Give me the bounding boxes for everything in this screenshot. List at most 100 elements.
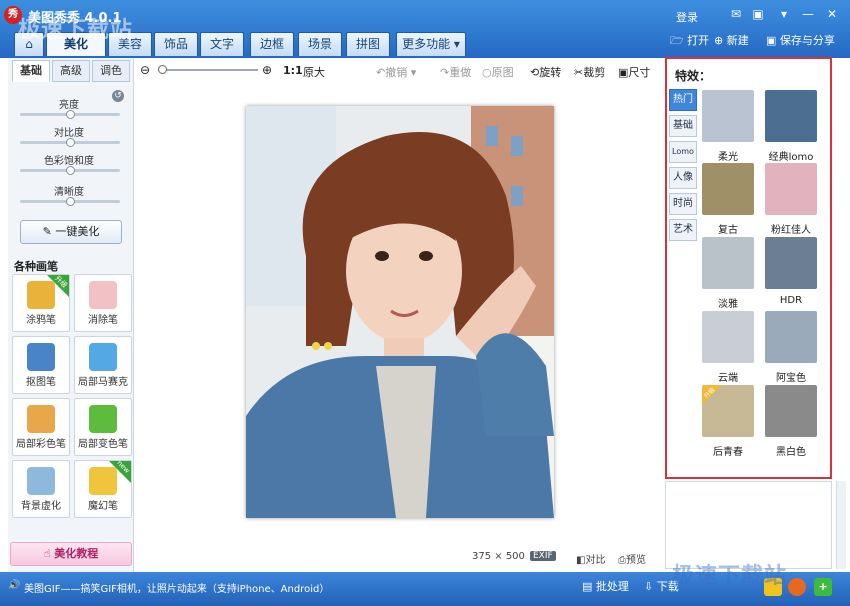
message-icon[interactable]: ✉ xyxy=(728,7,744,21)
open-button[interactable]: 🗁 打开 xyxy=(670,33,709,49)
title-bar: 秀 美图秀秀 4.0.1 登录 ✉ ▣ ▾ — ✕ ⌂ 美化 美容 饰品 文字 … xyxy=(0,0,850,58)
brush-eraser[interactable]: 消除笔 xyxy=(74,274,132,332)
resize-icon: ▣ xyxy=(618,66,629,79)
effect-thumb-abao[interactable] xyxy=(765,311,817,363)
tab-frame[interactable]: 边框 xyxy=(250,32,294,56)
menu-icon[interactable]: ▾ xyxy=(776,7,792,21)
tab-scene[interactable]: 场景 xyxy=(298,32,342,56)
magic-icon: ✎ xyxy=(42,225,56,238)
close-button[interactable]: ✕ xyxy=(824,7,840,21)
slider-knob[interactable] xyxy=(66,197,75,206)
effect-thumb-hdr[interactable] xyxy=(765,237,817,289)
login-link[interactable]: 登录 xyxy=(676,9,698,25)
slider-knob[interactable] xyxy=(66,166,75,175)
left-panel: 基础 高级 调色 ↺ 亮度 对比度 色彩饱和度 清晰度 ✎ 一键美化 各种画笔 … xyxy=(8,58,134,572)
effect-label: 淡雅 xyxy=(718,299,738,310)
watermark-top: 极速下载站 xyxy=(18,18,134,43)
slider-label-contrast: 对比度 xyxy=(54,128,84,139)
effect-label: 柔光 xyxy=(718,152,738,163)
slider-label-sharpness: 清晰度 xyxy=(54,187,84,198)
effect-label: 粉红佳人 xyxy=(771,225,811,236)
ratio-label[interactable]: 1:1 xyxy=(283,64,303,77)
pen-icon xyxy=(27,343,55,371)
tab-accessories[interactable]: 饰品 xyxy=(154,32,198,56)
subtab-basic[interactable]: 基础 xyxy=(12,60,50,82)
settings-icon[interactable]: ▣ xyxy=(750,7,766,21)
tab-text[interactable]: 文字 xyxy=(200,32,244,56)
brushes-heading: 各种画笔 xyxy=(14,260,58,273)
weibo-icon[interactable] xyxy=(788,578,806,596)
minimize-button[interactable]: — xyxy=(800,7,816,21)
exif-button[interactable]: EXIF xyxy=(530,551,556,561)
watermark-bottom: 极速下载站 xyxy=(672,564,788,589)
image-dimensions: 375 × 500 xyxy=(472,551,525,562)
effect-thumb-bw[interactable] xyxy=(765,385,817,437)
effects-scrollbar[interactable] xyxy=(836,481,846,569)
resize-button[interactable]: ▣尺寸 xyxy=(618,64,650,80)
slider-saturation[interactable] xyxy=(20,166,120,175)
redo-icon: ↷ xyxy=(440,66,450,79)
undo-icon: ↶ xyxy=(376,66,386,79)
zoom-knob[interactable] xyxy=(158,65,167,74)
tab-collage[interactable]: 拼图 xyxy=(346,32,390,56)
effect-thumb-soft-light[interactable] xyxy=(702,90,754,142)
download-icon: ⇩ xyxy=(644,580,657,593)
brush-mosaic[interactable]: 局部马赛克 xyxy=(74,336,132,394)
effects-tab-fashion[interactable]: 时尚 xyxy=(669,193,697,215)
zoom-slider[interactable] xyxy=(158,65,258,74)
save-share-button[interactable]: ▣ 保存与分享 xyxy=(766,33,835,49)
brush-bg-blur[interactable]: 背景虚化 xyxy=(12,460,70,518)
effects-tab-art[interactable]: 艺术 xyxy=(669,219,697,241)
effect-thumb-elegant[interactable] xyxy=(702,237,754,289)
brush-cutout[interactable]: 抠图笔 xyxy=(12,336,70,394)
photo-preview[interactable] xyxy=(246,106,554,518)
brush-local-color[interactable]: 局部彩色笔 xyxy=(12,398,70,456)
undo-button[interactable]: ↶撤销 ▾ xyxy=(376,64,416,80)
speaker-icon: 🔊 xyxy=(8,580,21,591)
original-size-button[interactable]: 原大 xyxy=(303,64,325,80)
preview-icon: ⎙ xyxy=(618,555,626,566)
reset-original-button[interactable]: ○原图 xyxy=(482,64,514,80)
subtab-advanced[interactable]: 高级 xyxy=(52,60,90,82)
slider-contrast[interactable] xyxy=(20,138,120,147)
slider-knob[interactable] xyxy=(66,110,75,119)
status-ad-link[interactable]: 美图GIF——搞笑GIF相机，让照片动起来（支持iPhone、Android） xyxy=(24,580,329,595)
preview-button[interactable]: ⎙预览 xyxy=(618,551,646,566)
effects-tab-hot[interactable]: 热门 xyxy=(669,89,697,111)
subtab-color[interactable]: 调色 xyxy=(92,60,130,82)
compare-button[interactable]: ◧对比 xyxy=(576,551,605,566)
paintbrush-icon xyxy=(27,405,55,433)
zoom-in-icon[interactable]: ⊕ xyxy=(262,63,272,77)
bucket-icon xyxy=(89,405,117,433)
slider-brightness[interactable] xyxy=(20,110,120,119)
effects-tab-basic[interactable]: 基础 xyxy=(669,115,697,137)
brush-recolor[interactable]: 局部变色笔 xyxy=(74,398,132,456)
effect-thumb-retro[interactable] xyxy=(702,163,754,215)
effects-tab-portrait[interactable]: 人像 xyxy=(669,167,697,189)
zoom-out-icon[interactable]: ⊖ xyxy=(140,63,150,77)
edit-toolbar: ⊖ ⊕ 1:1 原大 ↶撤销 ▾ ↷重做 ○原图 ⟲旋转 ✂裁剪 ▣尺寸 xyxy=(140,60,660,82)
effect-label: HDR xyxy=(779,295,803,306)
one-key-beautify-button[interactable]: ✎ 一键美化 xyxy=(20,220,122,244)
new-button[interactable]: ⊕ 新建 xyxy=(714,33,749,49)
tutorial-button[interactable]: ☝ 美化教程 xyxy=(10,542,132,566)
blur-icon xyxy=(27,467,55,495)
crop-button[interactable]: ✂裁剪 xyxy=(574,64,605,80)
effects-lower-area xyxy=(665,481,832,569)
effect-thumb-classic-lomo[interactable] xyxy=(765,90,817,142)
effect-thumb-pink[interactable] xyxy=(765,163,817,215)
slider-knob[interactable] xyxy=(66,138,75,147)
effect-thumb-youth[interactable]: 升级 xyxy=(702,385,754,437)
redo-button[interactable]: ↷重做 xyxy=(440,64,471,80)
effect-label: 经典lomo xyxy=(768,152,814,163)
effect-thumb-cloud[interactable] xyxy=(702,311,754,363)
batch-button[interactable]: ▤ 批处理 xyxy=(582,578,629,594)
slider-sharpness[interactable] xyxy=(20,197,120,206)
tab-more[interactable]: 更多功能 ▾ xyxy=(396,32,466,56)
rotate-button[interactable]: ⟲旋转 xyxy=(530,64,561,80)
add-icon[interactable]: + xyxy=(814,578,832,596)
brush-magic[interactable]: 魔幻笔 new xyxy=(74,459,132,518)
brush-doodle[interactable]: 涂鸦笔 升级 xyxy=(12,274,70,332)
effects-tab-lomo[interactable]: Lomo xyxy=(669,141,697,163)
effect-label: 云端 xyxy=(718,373,738,384)
